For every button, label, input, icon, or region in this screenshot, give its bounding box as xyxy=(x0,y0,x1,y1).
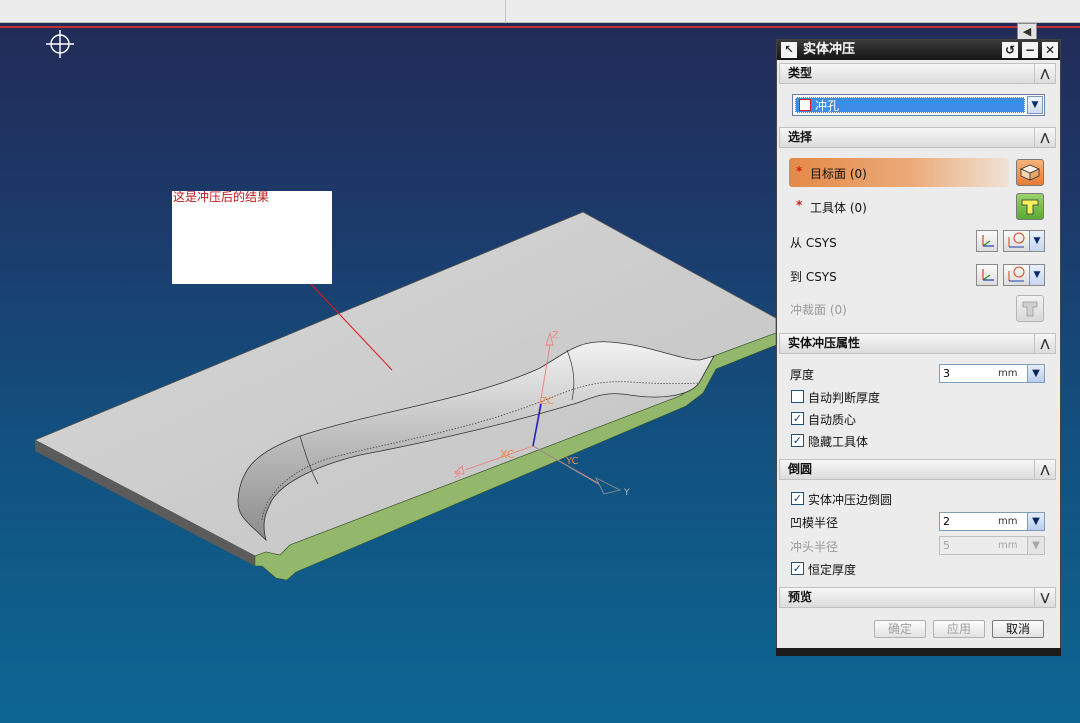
required-star: * xyxy=(796,198,803,212)
constant-thickness-checkbox[interactable]: ✓ xyxy=(791,562,804,575)
chevron-up-icon[interactable]: ⋀ xyxy=(1034,64,1055,83)
to-csys-dropdown[interactable]: ▼ xyxy=(1003,264,1045,286)
arrow-down-icon: ▼ xyxy=(1027,537,1044,554)
section-fillet-header[interactable]: 倒圆 ⋀ xyxy=(779,459,1056,480)
thickness-label: 厚度 xyxy=(790,368,815,382)
csys-type-icon xyxy=(1008,266,1025,282)
work-triad xyxy=(532,445,622,495)
edge-fillet-checkbox[interactable]: ✓ xyxy=(791,492,804,505)
ok-button[interactable]: 确定 xyxy=(874,620,926,638)
csys-type-icon xyxy=(1008,232,1025,248)
punch-type-icon xyxy=(799,99,811,111)
from-csys-dropdown[interactable]: ▼ xyxy=(1003,230,1045,252)
punch-radius-field: 5 mm ▼ xyxy=(939,536,1045,555)
target-face-select-button[interactable] xyxy=(1016,159,1044,186)
tool-body-select-button[interactable] xyxy=(1016,193,1044,220)
minimize-icon[interactable]: − xyxy=(1022,42,1038,58)
section-fillet-label: 倒圆 xyxy=(788,462,813,476)
chevron-up-icon[interactable]: ⋀ xyxy=(1034,334,1055,353)
axis-label-y: Y xyxy=(623,488,630,498)
to-csys-dialog-button[interactable] xyxy=(976,264,998,286)
thickness-value: 3 xyxy=(943,367,950,380)
die-radius-unit: mm xyxy=(998,516,1018,527)
punch-face-icon xyxy=(1022,301,1038,317)
chevron-down-icon[interactable]: ▼ xyxy=(1029,231,1044,251)
annotation-note: 这是冲压后的结果 xyxy=(172,191,332,284)
reset-icon[interactable]: ↺ xyxy=(1002,42,1018,58)
section-type-label: 类型 xyxy=(788,66,813,80)
hide-tool-label: 隐藏工具体 xyxy=(808,435,869,449)
section-select-header[interactable]: 选择 ⋀ xyxy=(779,127,1056,148)
from-csys-dialog-button[interactable] xyxy=(976,230,998,252)
punch-face-label: 冲裁面 (0) xyxy=(790,303,847,317)
die-radius-value: 2 xyxy=(943,515,950,528)
axis-label-xc: XC xyxy=(500,448,515,461)
arrow-down-icon[interactable]: ▼ xyxy=(1027,513,1044,530)
from-csys-label: 从 CSYS xyxy=(790,236,837,250)
chevron-down-icon[interactable]: ▼ xyxy=(1027,96,1043,114)
dialog-bottom-border xyxy=(776,648,1061,656)
axis-label-x: X xyxy=(454,470,461,481)
section-preview-header[interactable]: 预览 ⋁ xyxy=(779,587,1056,608)
target-face-label: 目标面 (0) xyxy=(810,167,867,181)
punch-face-select-button[interactable] xyxy=(1016,295,1044,322)
chevron-up-icon[interactable]: ⋀ xyxy=(1034,460,1055,479)
dialog-app-icon: ↖ xyxy=(781,42,797,58)
apply-button[interactable]: 应用 xyxy=(933,620,985,638)
die-radius-label: 凹模半径 xyxy=(790,516,839,530)
auto-thickness-checkbox[interactable] xyxy=(791,390,804,403)
auto-centroid-label: 自动质心 xyxy=(808,413,857,427)
chevron-down-icon[interactable]: ⋁ xyxy=(1034,588,1055,607)
thickness-field[interactable]: 3 mm ▼ xyxy=(939,364,1045,383)
type-dropdown[interactable]: 冲孔 ▼ xyxy=(792,94,1045,116)
dialog-title: 实体冲压 xyxy=(803,42,856,57)
punch-radius-unit: mm xyxy=(998,540,1018,551)
axis-label-zc: ZC xyxy=(540,396,554,407)
close-icon[interactable]: ✕ xyxy=(1042,42,1058,58)
annotation-note-text: 这是冲压后的结果 xyxy=(173,190,270,204)
die-radius-field[interactable]: 2 mm ▼ xyxy=(939,512,1045,531)
section-type-header[interactable]: 类型 ⋀ xyxy=(779,63,1056,84)
thickness-unit: mm xyxy=(998,368,1018,379)
constant-thickness-label: 恒定厚度 xyxy=(808,563,857,577)
chevron-up-icon[interactable]: ⋀ xyxy=(1034,128,1055,147)
tool-body-icon xyxy=(1021,199,1039,215)
axis-label-yc: YC xyxy=(565,456,579,467)
required-star: * xyxy=(796,164,803,178)
to-csys-label: 到 CSYS xyxy=(790,270,837,284)
cancel-button[interactable]: 取消 xyxy=(992,620,1044,638)
punch-radius-label: 冲头半径 xyxy=(790,540,839,554)
section-props-header[interactable]: 实体冲压属性 ⋀ xyxy=(779,333,1056,354)
face-select-icon xyxy=(1020,164,1040,181)
csys-icon xyxy=(982,269,994,281)
section-props-label: 实体冲压属性 xyxy=(788,336,861,350)
tool-body-label: 工具体 (0) xyxy=(810,201,867,215)
type-value: 冲孔 xyxy=(815,99,840,113)
hide-tool-checkbox[interactable]: ✓ xyxy=(791,434,804,447)
punch-radius-value: 5 xyxy=(943,539,950,552)
section-select-label: 选择 xyxy=(788,130,813,144)
edge-fillet-label: 实体冲压边倒圆 xyxy=(808,493,893,507)
auto-centroid-checkbox[interactable]: ✓ xyxy=(791,412,804,425)
dialog-title-bar[interactable]: ↖ 实体冲压 ↺ − ✕ xyxy=(777,40,1060,60)
type-selected: 冲孔 xyxy=(795,97,1025,113)
axis-label-z: Z xyxy=(552,330,559,341)
auto-thickness-label: 自动判断厚度 xyxy=(808,391,881,405)
chevron-down-icon[interactable]: ▼ xyxy=(1029,265,1044,285)
section-preview-label: 预览 xyxy=(788,590,813,604)
csys-icon xyxy=(982,235,994,247)
arrow-down-icon[interactable]: ▼ xyxy=(1027,365,1044,382)
